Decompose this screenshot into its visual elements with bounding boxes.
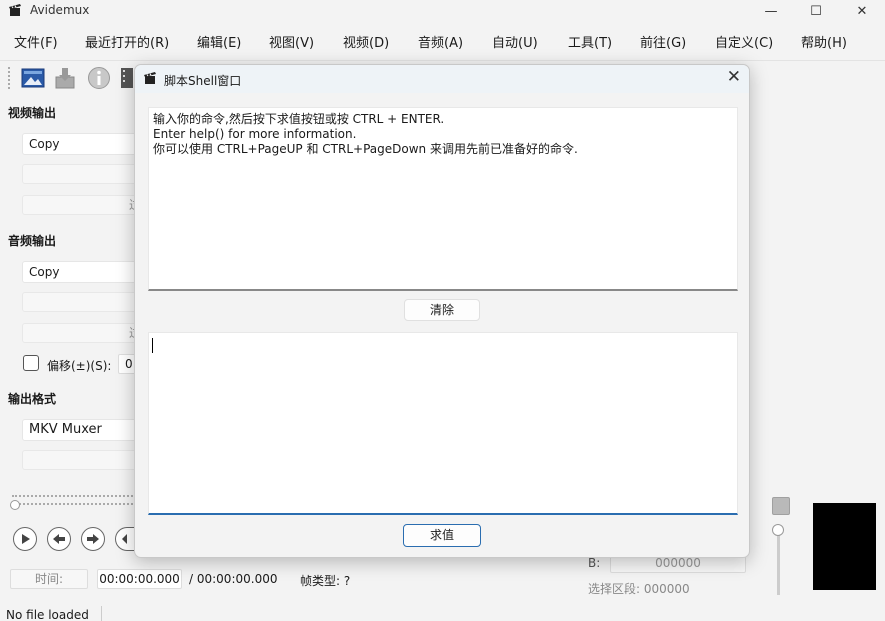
menu-recent[interactable]: 最近打开的(R) <box>85 32 169 51</box>
maximize-button[interactable]: ☐ <box>794 0 838 22</box>
menu-help[interactable]: 帮助(H) <box>801 32 847 51</box>
menu-auto[interactable]: 自动(U) <box>492 32 538 51</box>
play-icon <box>22 534 30 544</box>
clapperboard-icon <box>9 4 21 16</box>
offset-checkbox[interactable] <box>23 355 39 371</box>
volume-icon[interactable] <box>772 497 790 515</box>
preview-area <box>813 503 876 590</box>
rewind-icon <box>121 534 127 544</box>
script-input[interactable] <box>148 332 738 515</box>
play-button[interactable] <box>13 527 37 551</box>
menu-tools[interactable]: 工具(T) <box>568 32 612 51</box>
menu-audio[interactable]: 音频(A) <box>418 32 463 51</box>
current-time-field[interactable]: 00:00:00.000 <box>97 569 182 589</box>
evaluate-button[interactable]: 求值 <box>403 524 481 547</box>
menu-bar: 文件(F) 最近打开的(R) 编辑(E) 视图(V) 视频(D) 音频(A) 自… <box>0 28 885 52</box>
open-file-icon[interactable] <box>21 66 45 90</box>
selection-info: 选择区段: 000000 <box>588 582 690 596</box>
timeline-slider[interactable] <box>12 495 137 505</box>
menu-edit[interactable]: 编辑(E) <box>197 32 241 51</box>
frame-type: 帧类型: ? <box>300 574 351 588</box>
dialog-title: 脚本Shell窗口 <box>164 74 242 88</box>
video-output-title: 视频输出 <box>8 106 57 120</box>
menu-view[interactable]: 视图(V) <box>269 32 314 51</box>
arrow-left-icon <box>53 534 65 544</box>
menu-custom[interactable]: 自定义(C) <box>715 32 773 51</box>
clear-button[interactable]: 清除 <box>404 299 480 321</box>
minimize-button[interactable]: — <box>749 0 793 22</box>
total-time: / 00:00:00.000 <box>189 572 278 586</box>
dialog-titlebar: 脚本Shell窗口 ✕ <box>135 65 749 93</box>
menu-go[interactable]: 前往(G) <box>640 32 686 51</box>
menu-video[interactable]: 视频(D) <box>343 32 389 51</box>
timeline-slider-handle[interactable] <box>10 500 20 510</box>
info-icon[interactable] <box>87 66 111 90</box>
status-text: No file loaded <box>6 608 89 621</box>
toolbar-grip <box>8 67 10 89</box>
time-label-button[interactable]: 时间: <box>10 569 88 589</box>
status-divider <box>101 606 102 621</box>
text-caret <box>152 338 153 353</box>
save-icon[interactable] <box>53 66 77 90</box>
close-button[interactable]: ✕ <box>840 0 884 22</box>
audio-output-title: 音频输出 <box>8 234 57 248</box>
next-frame-button[interactable] <box>81 527 105 551</box>
app-title: Avidemux <box>30 3 90 17</box>
dialog-close-button[interactable]: ✕ <box>727 67 741 87</box>
rewind-button[interactable] <box>115 527 135 551</box>
volume-slider-handle[interactable] <box>772 524 784 536</box>
menu-file[interactable]: 文件(F) <box>14 32 58 51</box>
film-icon[interactable] <box>120 66 134 90</box>
previous-frame-button[interactable] <box>47 527 71 551</box>
script-shell-dialog: 脚本Shell窗口 ✕ 输入你的命令,然后按下求值按钮或按 CTRL + ENT… <box>134 64 750 558</box>
status-bar: No file loaded <box>0 603 885 621</box>
script-output: 输入你的命令,然后按下求值按钮或按 CTRL + ENTER. Enter he… <box>148 107 738 291</box>
arrow-right-icon <box>87 534 99 544</box>
offset-label: 偏移(±)(S): <box>47 359 112 373</box>
app-titlebar: Avidemux — ☐ ✕ <box>0 0 885 22</box>
b-marker-label: B: <box>588 556 601 570</box>
output-format-title: 输出格式 <box>8 392 57 406</box>
clapperboard-icon <box>144 72 156 84</box>
